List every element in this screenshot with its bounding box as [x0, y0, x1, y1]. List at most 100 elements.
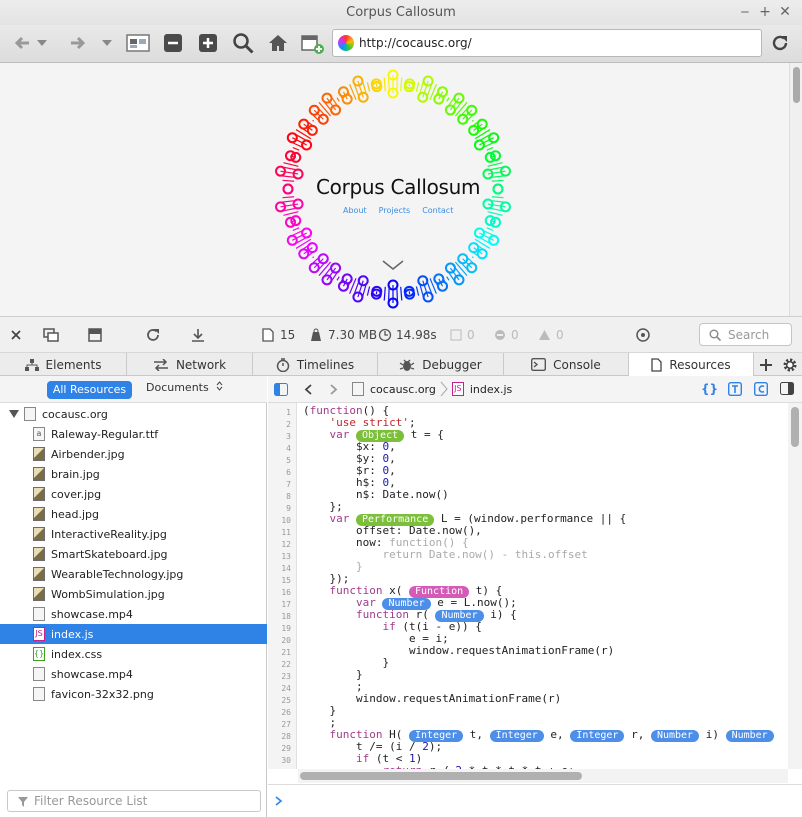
resource-tree-item[interactable]: Airbender.jpg [0, 444, 267, 464]
logs-count[interactable]: 0 [450, 327, 475, 343]
scroll-down-chevron-icon[interactable] [381, 259, 405, 271]
details-sidebar-toggle-icon[interactable] [780, 382, 794, 398]
line-number[interactable]: 23 [281, 672, 291, 681]
filter-resource-input[interactable]: Filter Resource List [7, 790, 261, 812]
tab-resources[interactable]: Resources [629, 353, 754, 376]
tab-overview-button[interactable] [125, 31, 151, 55]
back-button[interactable] [10, 31, 34, 55]
dock-icon[interactable] [88, 327, 102, 343]
resource-count[interactable]: 15 [262, 327, 295, 343]
zoom-reset-button[interactable] [230, 31, 256, 55]
line-number[interactable]: 17 [281, 600, 291, 609]
load-time[interactable]: 14.98s [378, 327, 437, 343]
line-number[interactable]: 1 [286, 408, 291, 417]
address-bar[interactable]: http://cocausc.org/ [332, 29, 762, 57]
zoom-in-button[interactable] [196, 31, 220, 55]
line-number[interactable]: 6 [286, 468, 291, 477]
line-number[interactable]: 8 [286, 492, 291, 501]
editor-vertical-scrollbar[interactable] [788, 403, 802, 769]
detach-window-icon[interactable] [43, 327, 59, 343]
tree-root-item[interactable]: cocausc.org [0, 404, 267, 424]
type-badge[interactable]: Integer [489, 730, 544, 742]
resource-tree-item[interactable]: showcase.mp4 [0, 664, 267, 684]
line-number[interactable]: 9 [286, 504, 291, 513]
back-history-dropdown[interactable] [36, 31, 48, 55]
warnings-count[interactable]: 0 [538, 327, 564, 343]
editor-horizontal-scrollbar[interactable] [298, 769, 788, 783]
nav-about-link[interactable]: About [343, 206, 367, 215]
pretty-print-icon[interactable]: {} [701, 382, 718, 396]
inspect-element-icon[interactable] [635, 327, 651, 343]
reload-button[interactable] [768, 31, 792, 55]
tab-console[interactable]: Console [504, 353, 629, 376]
line-number[interactable]: 10 [281, 516, 291, 525]
bookmark-add-button[interactable] [300, 31, 326, 55]
line-number[interactable]: 5 [286, 456, 291, 465]
nav-back-icon[interactable] [304, 384, 312, 398]
line-number[interactable]: 20 [281, 636, 291, 645]
line-number[interactable]: 25 [281, 696, 291, 705]
tab-network[interactable]: Network [127, 353, 253, 376]
line-number[interactable]: 22 [281, 660, 291, 669]
line-number[interactable]: 27 [281, 720, 291, 729]
line-number[interactable]: 11 [281, 528, 291, 537]
type-badge[interactable]: Number [725, 730, 774, 742]
close-icon[interactable]: ✕ [777, 3, 793, 21]
transfer-size[interactable]: 7.30 MB [310, 327, 377, 343]
resource-tree-item[interactable]: WombSimulation.jpg [0, 584, 267, 604]
nav-forward-icon[interactable] [330, 384, 338, 398]
line-number[interactable]: 24 [281, 684, 291, 693]
tab-debugger[interactable]: Debugger [378, 353, 504, 376]
type-profiler-icon[interactable] [727, 381, 743, 399]
download-icon[interactable] [191, 327, 205, 343]
line-number[interactable]: 16 [281, 588, 291, 597]
errors-count[interactable]: 0 [494, 327, 519, 343]
breadcrumb-domain[interactable]: cocausc.org [370, 383, 436, 396]
resource-tree-item[interactable]: cover.jpg [0, 484, 267, 504]
tab-elements[interactable]: Elements [0, 353, 127, 376]
sidebar-toggle-icon[interactable] [274, 383, 288, 399]
code-coverage-icon[interactable] [753, 381, 769, 399]
line-number[interactable]: 28 [281, 732, 291, 741]
line-number[interactable]: 29 [281, 744, 291, 753]
line-number[interactable]: 21 [281, 648, 291, 657]
new-tab-button[interactable] [754, 353, 778, 376]
tab-timelines[interactable]: Timelines [253, 353, 378, 376]
line-number[interactable]: 4 [286, 444, 291, 453]
resource-tree-item[interactable]: JS index.js [0, 624, 267, 644]
quick-console[interactable] [268, 784, 802, 817]
type-badge[interactable]: Integer [570, 730, 625, 742]
resource-tree-item[interactable]: {} index.css [0, 644, 267, 664]
line-number[interactable]: 18 [281, 612, 291, 621]
resource-tree-item[interactable]: SmartSkateboard.jpg [0, 544, 267, 564]
close-devtools-icon[interactable] [11, 327, 21, 343]
line-number[interactable]: 2 [286, 420, 291, 429]
resource-tree-item[interactable]: WearableTechnology.jpg [0, 564, 267, 584]
documents-dropdown[interactable]: Documents [146, 381, 223, 394]
line-number[interactable]: 30 [281, 756, 291, 765]
reload-page-icon[interactable] [146, 327, 160, 343]
line-number[interactable]: 12 [281, 540, 291, 549]
type-badge[interactable]: Number [650, 730, 700, 742]
forward-history-dropdown[interactable] [101, 31, 113, 55]
line-number[interactable]: 3 [286, 432, 291, 441]
resource-tree-item[interactable]: favicon-32x32.png [0, 684, 267, 704]
line-number[interactable]: 13 [281, 552, 291, 561]
resource-tree-item[interactable]: showcase.mp4 [0, 604, 267, 624]
breadcrumb-file[interactable]: index.js [470, 383, 512, 396]
line-number[interactable]: 19 [281, 624, 291, 633]
url-text[interactable]: http://cocausc.org/ [359, 36, 472, 50]
forward-button[interactable] [66, 31, 90, 55]
resource-tree-item[interactable]: brain.jpg [0, 464, 267, 484]
resource-tree-item[interactable]: InteractiveReality.jpg [0, 524, 267, 544]
line-number[interactable]: 31 [281, 768, 291, 769]
zoom-out-button[interactable] [161, 31, 185, 55]
line-number[interactable]: 7 [286, 480, 291, 489]
nav-contact-link[interactable]: Contact [422, 206, 453, 215]
all-resources-button[interactable]: All Resources [47, 381, 132, 399]
code-editor[interactable]: (function() { 'use strict'; var Object t… [298, 403, 788, 769]
minimize-icon[interactable]: ‒ [737, 3, 753, 21]
settings-button[interactable] [778, 353, 802, 376]
resource-tree-item[interactable]: a Raleway-Regular.ttf [0, 424, 267, 444]
line-number[interactable]: 15 [281, 576, 291, 585]
